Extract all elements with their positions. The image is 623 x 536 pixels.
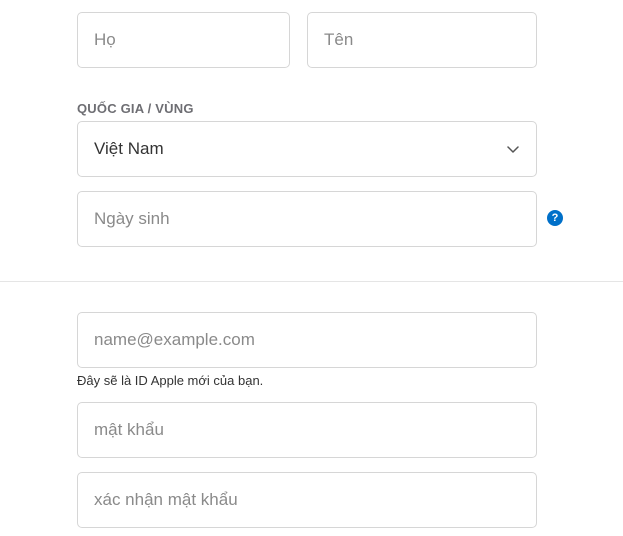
- birthday-input[interactable]: [78, 192, 536, 246]
- password-field[interactable]: [77, 402, 537, 458]
- first-name-input[interactable]: [78, 13, 289, 67]
- country-selected-value: Việt Nam: [94, 139, 164, 158]
- chevron-down-icon: [507, 146, 519, 153]
- country-region-label: QUỐC GIA / VÙNG: [77, 101, 194, 116]
- email-field[interactable]: [77, 312, 537, 368]
- last-name-input[interactable]: [308, 13, 536, 67]
- confirm-password-input[interactable]: [78, 473, 536, 527]
- first-name-field[interactable]: [77, 12, 290, 68]
- country-select[interactable]: Việt Nam: [77, 121, 537, 177]
- last-name-field[interactable]: [307, 12, 537, 68]
- help-icon[interactable]: ?: [547, 210, 563, 226]
- confirm-password-field[interactable]: [77, 472, 537, 528]
- email-input[interactable]: [78, 313, 536, 367]
- birthday-field[interactable]: [77, 191, 537, 247]
- password-input[interactable]: [78, 403, 536, 457]
- email-hint: Đây sẽ là ID Apple mới của bạn.: [77, 373, 264, 388]
- section-divider: [0, 281, 623, 282]
